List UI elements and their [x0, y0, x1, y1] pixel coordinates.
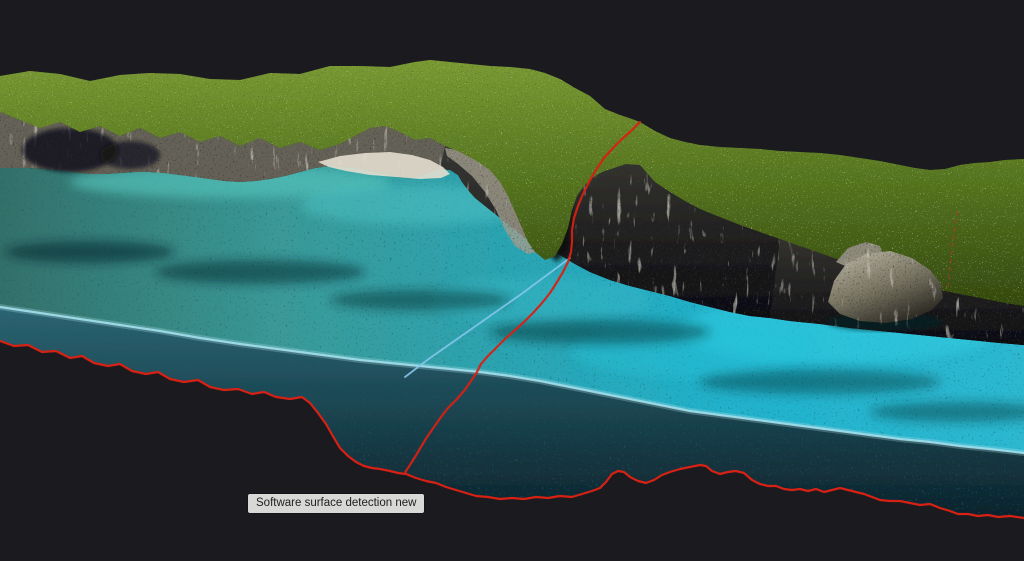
surface-tooltip: Software surface detection new — [248, 494, 425, 513]
surface-tooltip-label: Software surface detection new — [256, 497, 417, 509]
viewport-3d[interactable]: Software surface detection new — [0, 0, 1024, 561]
